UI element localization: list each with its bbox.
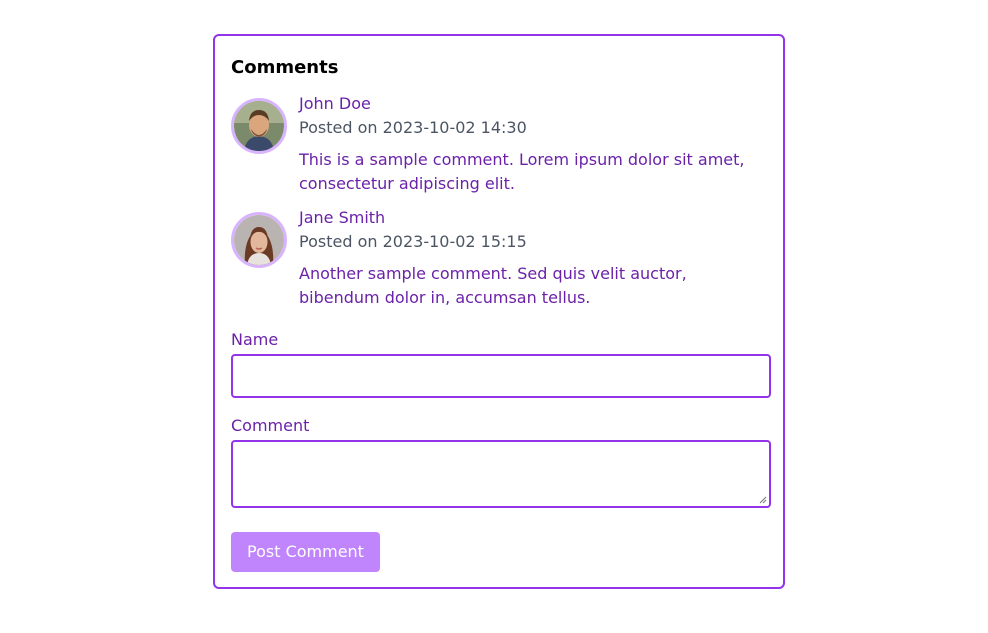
comments-card: Comments John Doe Posted on 2023-10-02 1… <box>213 34 785 589</box>
comment-author[interactable]: John Doe <box>299 92 767 116</box>
comment-meta: Posted on 2023-10-02 15:15 <box>299 230 767 254</box>
comments-heading: Comments <box>231 57 339 78</box>
comment-text: This is a sample comment. Lorem ipsum do… <box>299 150 745 193</box>
woman-avatar-icon <box>234 215 284 265</box>
name-label: Name <box>231 330 279 349</box>
resize-grip-icon[interactable] <box>759 496 767 504</box>
comment-item: John Doe Posted on 2023-10-02 14:30 This… <box>231 94 767 196</box>
comment-meta: Posted on 2023-10-02 14:30 <box>299 116 767 140</box>
comment-author[interactable]: Jane Smith <box>299 206 767 230</box>
comment-textarea[interactable] <box>231 440 771 508</box>
post-comment-button[interactable]: Post Comment <box>231 532 380 572</box>
avatar <box>231 98 287 154</box>
man-avatar-icon <box>234 101 284 151</box>
posted-prefix: Posted on <box>299 118 378 137</box>
name-input[interactable] <box>231 354 771 398</box>
posted-prefix: Posted on <box>299 232 378 251</box>
comment-timestamp: 2023-10-02 14:30 <box>382 118 527 137</box>
avatar <box>231 212 287 268</box>
comment-item: Jane Smith Posted on 2023-10-02 15:15 An… <box>231 208 767 310</box>
comment-timestamp: 2023-10-02 15:15 <box>382 232 527 251</box>
comment-label: Comment <box>231 416 310 435</box>
comment-text: Another sample comment. Sed quis velit a… <box>299 264 687 307</box>
